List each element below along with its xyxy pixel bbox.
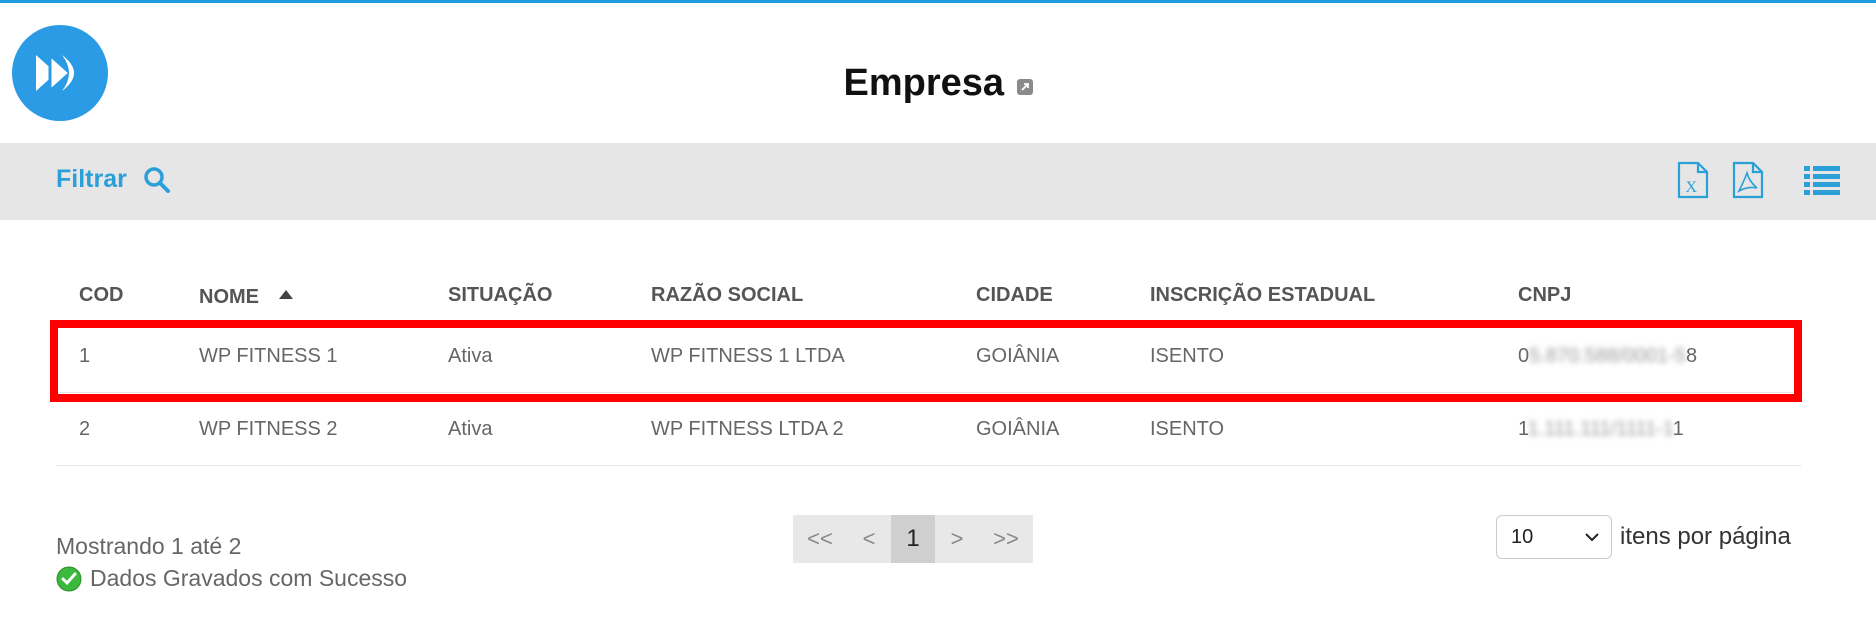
page-title: Empresa <box>843 62 1005 104</box>
cnpj-end: 8 <box>1685 344 1698 367</box>
column-header-razao-social[interactable]: RAZÃO SOCIAL <box>628 270 953 320</box>
cell-cidade: GOIÂNIA <box>953 392 1127 466</box>
filter-toolbar: Filtrar X <box>0 143 1876 220</box>
pagination-prev-button[interactable]: < <box>847 515 891 563</box>
items-per-page: 10 itens por página <box>1496 515 1791 559</box>
cell-razao-social: WP FITNESS LTDA 2 <box>628 392 953 466</box>
cell-inscricao-estadual: ISENTO <box>1127 392 1495 466</box>
cell-cod: 2 <box>56 392 176 466</box>
pagination-page-1[interactable]: 1 <box>891 515 935 563</box>
cnpj-start: 0 <box>1518 344 1530 367</box>
excel-export-icon: X <box>1677 161 1709 199</box>
items-per-page-value: 10 <box>1511 525 1534 548</box>
cnpj-redacted: 5.870.588/0001-5 <box>1529 344 1686 367</box>
column-header-label: NOME <box>199 285 259 308</box>
export-excel-button[interactable]: X <box>1677 161 1709 204</box>
cell-razao-social: WP FITNESS 1 LTDA <box>628 320 953 393</box>
list-view-icon <box>1804 166 1840 195</box>
pagination: << < 1 > >> <box>793 515 1033 563</box>
search-icon <box>144 166 170 193</box>
cell-nome: WP FITNESS 2 <box>176 392 425 466</box>
cell-nome: WP FITNESS 1 <box>176 320 425 393</box>
cell-inscricao-estadual: ISENTO <box>1127 320 1495 393</box>
pagination-last-button[interactable]: >> <box>979 515 1033 563</box>
export-pdf-button[interactable] <box>1732 161 1764 204</box>
table-row[interactable]: 2 WP FITNESS 2 Ativa WP FITNESS LTDA 2 G… <box>56 392 1801 466</box>
column-header-nome[interactable]: NOME <box>176 270 425 320</box>
cnpj-start: 1 <box>1518 417 1528 440</box>
records-count-text: Mostrando 1 até 2 <box>56 533 242 559</box>
cell-cod: 1 <box>56 320 176 393</box>
external-link-icon[interactable] <box>1016 79 1033 100</box>
chevron-down-icon <box>1585 532 1599 541</box>
sort-ascending-icon <box>278 282 293 305</box>
filter-button[interactable]: Filtrar <box>56 165 171 194</box>
filter-label: Filtrar <box>56 165 127 193</box>
column-header-cidade[interactable]: CIDADE <box>953 270 1127 320</box>
companies-table: COD NOME SITUAÇÃO RAZÃO SOCIAL CIDADE IN… <box>56 270 1801 466</box>
pagination-next-button[interactable]: > <box>935 515 979 563</box>
svg-text:X: X <box>1686 179 1698 196</box>
column-header-cnpj[interactable]: CNPJ <box>1495 270 1801 320</box>
success-text: Dados Gravados com Sucesso <box>90 565 408 591</box>
check-circle-icon <box>56 566 82 591</box>
table-row[interactable]: 1 WP FITNESS 1 Ativa WP FITNESS 1 LTDA G… <box>56 320 1801 393</box>
page-header: Empresa <box>0 62 1876 105</box>
items-per-page-label: itens por página <box>1620 523 1791 550</box>
cell-situacao: Ativa <box>425 320 628 393</box>
cell-cnpj: 11.111.111/1111-11 <box>1495 392 1801 466</box>
items-per-page-select[interactable]: 10 <box>1496 515 1612 559</box>
pagination-first-button[interactable]: << <box>793 515 847 563</box>
column-header-situacao[interactable]: SITUAÇÃO <box>425 270 628 320</box>
list-view-button[interactable] <box>1804 165 1840 200</box>
cnpj-end: 1 <box>1672 417 1684 440</box>
column-header-cod[interactable]: COD <box>56 270 176 320</box>
cell-cidade: GOIÂNIA <box>953 320 1127 393</box>
column-header-inscricao-estadual[interactable]: INSCRIÇÃO ESTADUAL <box>1127 270 1495 320</box>
pdf-export-icon <box>1732 161 1764 199</box>
success-message: Dados Gravados com Sucesso <box>56 565 407 592</box>
cell-cnpj: 05.870.588/0001-58 <box>1495 320 1801 393</box>
cnpj-redacted: 1.111.111/1111-1 <box>1527 417 1673 440</box>
top-accent-line <box>0 0 1876 3</box>
cell-situacao: Ativa <box>425 392 628 466</box>
table-header-row: COD NOME SITUAÇÃO RAZÃO SOCIAL CIDADE IN… <box>56 270 1801 320</box>
